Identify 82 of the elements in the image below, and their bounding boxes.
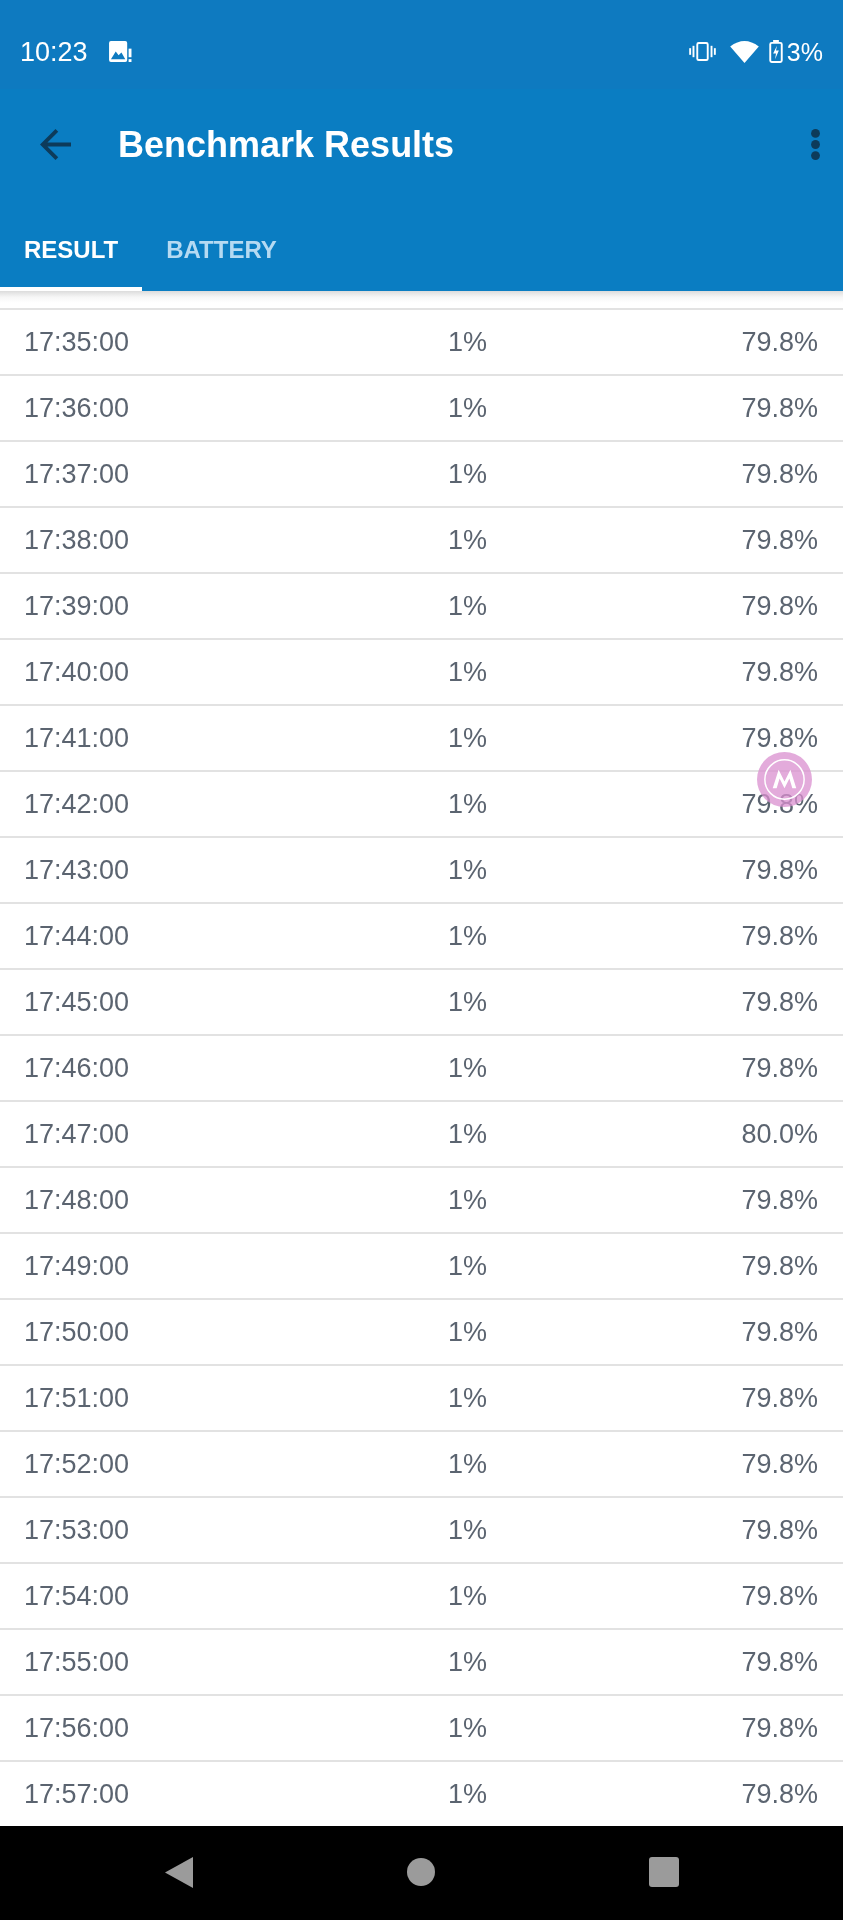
battery-percent: 3% [786, 36, 823, 67]
table-cell: 79.8% [741, 590, 818, 622]
table-cell-text: 1% [448, 986, 489, 1018]
table-cell-text: 17:48:00 [24, 1184, 131, 1216]
table-cell-text: 1% [448, 1382, 489, 1414]
table-cell: 79.8% [741, 920, 818, 952]
table-cell-text: 1% [448, 1184, 489, 1216]
table-cell: 79.8% [741, 1316, 818, 1348]
table-cell-text: 17:37:00 [24, 458, 131, 490]
table-cell-text: 1% [448, 1316, 489, 1348]
more-vertical-icon [810, 129, 820, 160]
table-cell-text: 1% [448, 1646, 489, 1678]
table-cell-text: 17:35:00 [24, 326, 131, 358]
table-cell-text: 17:40:00 [24, 656, 131, 688]
table-cell-text: 1% [448, 1052, 489, 1084]
table-cell: 79.8% [741, 1052, 818, 1084]
table-cell: 79.8% [741, 854, 818, 886]
table-cell-text: 17:43:00 [24, 854, 131, 886]
vibrate-icon [688, 42, 716, 61]
table-cell: 79.8% [741, 1712, 818, 1744]
table-cell-text: 1% [448, 788, 489, 820]
table-cell-text: 17:42:00 [24, 788, 131, 820]
table-cell: 79.8% [741, 722, 818, 754]
status-time: 10:23 [20, 35, 88, 68]
table-cell-text: 17:56:00 [24, 1712, 131, 1744]
table-cell: 79.8% [741, 392, 818, 424]
table-cell-text: 1% [448, 1118, 489, 1150]
table-cell-text: 1% [448, 1712, 489, 1744]
screen-title: Benchmark Results [118, 123, 455, 166]
table-cell: 79.8% [741, 326, 818, 358]
table-cell-text: 17:52:00 [24, 1448, 131, 1480]
back-arrow-icon [39, 129, 71, 160]
table-cell-text: 1% [448, 920, 489, 952]
home-circle-icon[interactable] [406, 1858, 435, 1886]
table-cell-text: 17:49:00 [24, 1250, 131, 1282]
back-triangle-icon[interactable] [164, 1856, 193, 1888]
image-alert-icon [108, 41, 132, 62]
table-cell-text: 1% [448, 1778, 489, 1810]
table-cell: 79.8% [741, 986, 818, 1018]
table-cell-text: 17:54:00 [24, 1580, 131, 1612]
table-cell-text: 1% [448, 458, 489, 490]
table-cell-text: 1% [448, 1580, 489, 1612]
wifi-icon [729, 40, 759, 63]
table-cell: 79.8% [741, 1448, 818, 1480]
table-cell: 79.8% [741, 524, 818, 556]
table-cell-text: 17:47:00 [24, 1118, 131, 1150]
table-cell-text: 17:44:00 [24, 920, 131, 952]
table-cell: 80.0% [741, 1118, 818, 1150]
table-cell: 79.8% [741, 1184, 818, 1216]
table-cell: 79.8% [741, 788, 818, 820]
table-cell: 79.8% [741, 458, 818, 490]
table-cell-text: 1% [448, 590, 489, 622]
table-cell-text: 1% [448, 1448, 489, 1480]
tab[interactable]: BATTERY [142, 206, 301, 291]
table-cell-text: 1% [448, 854, 489, 886]
table-cell: 79.8% [741, 1646, 818, 1678]
battery-charging-icon [768, 40, 783, 63]
table-cell: 79.8% [741, 656, 818, 688]
table-cell: 79.8% [741, 1580, 818, 1612]
table-cell-text: 17:36:00 [24, 392, 131, 424]
table-cell: 79.8% [741, 1778, 818, 1810]
recents-square-icon[interactable] [648, 1857, 679, 1887]
table-cell-text: 1% [448, 1250, 489, 1282]
table-cell: 79.8% [741, 1382, 818, 1414]
table-cell-text: 1% [448, 656, 489, 688]
table-cell-text: 17:57:00 [24, 1778, 131, 1810]
table-cell-text: 17:39:00 [24, 590, 131, 622]
table-cell-text: 1% [448, 1514, 489, 1546]
table-cell-text: 17:55:00 [24, 1646, 131, 1678]
table-cell-text: 1% [448, 326, 489, 358]
table-cell-text: 17:50:00 [24, 1316, 131, 1348]
table-cell-text: 1% [448, 392, 489, 424]
table-cell-text: 17:46:00 [24, 1052, 131, 1084]
table-cell-text: 17:41:00 [24, 722, 131, 754]
table-cell-text: 17:38:00 [24, 524, 131, 556]
table-cell-text: 1% [448, 524, 489, 556]
table-cell-text: 17:51:00 [24, 1382, 131, 1414]
table-cell-text: 1% [448, 722, 489, 754]
table-cell-text: 17:53:00 [24, 1514, 131, 1546]
table-cell: 79.8% [741, 1514, 818, 1546]
table-cell: 79.8% [741, 1250, 818, 1282]
table-cell-text: 17:45:00 [24, 986, 131, 1018]
